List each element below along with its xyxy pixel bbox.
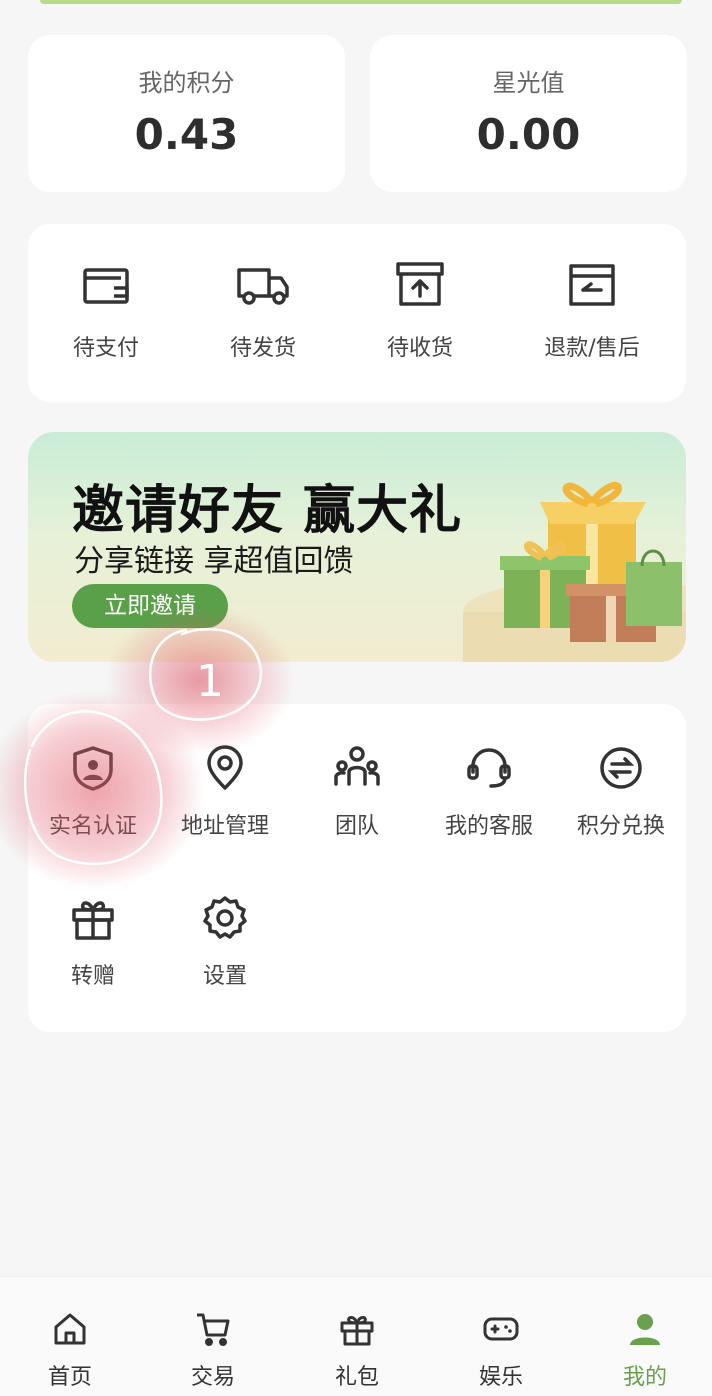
tab-trade[interactable]: 交易 [163,1311,263,1391]
tab-mine[interactable]: 我的 [595,1311,695,1391]
service-address-management[interactable]: 地址管理 [160,744,290,840]
service-label: 设置 [202,964,247,989]
tab-label: 交易 [190,1365,235,1390]
id-shield-icon [73,746,113,791]
service-settings[interactable]: 设置 [160,894,290,990]
points-label: 我的积分 [138,69,235,97]
starlight-value: 0.00 [476,110,581,159]
location-pin-icon [207,745,243,790]
tab-label: 我的 [622,1365,667,1390]
box-icon [396,262,444,306]
points-value: 0.43 [134,110,239,159]
gamepad-icon [483,1317,519,1341]
invite-now-button[interactable]: 立即邀请 [72,584,228,628]
banner-title: 邀请好友 赢大礼 [72,481,463,541]
service-points-exchange[interactable]: 积分兑换 [556,744,686,840]
annotation-mark: 1 [196,656,224,707]
order-label: 待支付 [72,336,139,361]
service-label: 实名认证 [48,814,137,839]
tab-entertainment[interactable]: 娱乐 [451,1311,551,1391]
gift-icon [72,901,114,940]
headset-icon [467,748,511,788]
invite-banner[interactable]: 邀请好友 赢大礼 分享链接 享超值回馈 立即邀请 [28,432,686,662]
service-real-name-verify[interactable]: 实名认证 [28,744,158,840]
exchange-icon [600,747,642,789]
points-card[interactable]: 我的积分 0.43 [28,35,345,192]
cart-icon [197,1313,230,1346]
tab-label: 首页 [47,1365,92,1390]
team-icon [334,746,380,786]
wallet-icon [83,268,129,304]
top-strip [40,0,682,4]
tab-label: 礼包 [334,1365,379,1390]
tab-gift-pack[interactable]: 礼包 [307,1311,407,1391]
service-label: 积分兑换 [576,814,665,839]
refund-icon [569,264,615,306]
user-icon [630,1314,660,1345]
service-label: 我的客服 [444,814,533,839]
service-team[interactable]: 团队 [292,744,422,840]
gear-icon [203,896,247,939]
services-card: 实名认证 地址管理 团队 我的客服 积分兑换 转赠 设置 [28,704,686,1032]
order-label: 待收货 [386,336,453,361]
starlight-card[interactable]: 星光值 0.00 [370,35,687,192]
service-label: 转赠 [70,964,115,989]
order-pending-payment[interactable]: 待支付 [66,260,146,362]
order-pending-shipment[interactable]: 待发货 [223,260,303,362]
order-label: 待发货 [229,336,296,361]
gift-boxes-illustration [463,481,686,662]
order-label: 退款/售后 [544,336,640,361]
service-transfer-gift[interactable]: 转赠 [28,894,158,990]
order-status-card: 待支付 待发货 待收货 退款/售后 [28,224,686,402]
tab-home[interactable]: 首页 [20,1311,120,1391]
service-label: 地址管理 [180,814,269,839]
bottom-tab-bar: 首页 交易 礼包 娱乐 我的 [0,1276,712,1396]
order-pending-receipt[interactable]: 待收货 [380,260,460,362]
starlight-label: 星光值 [492,69,565,97]
home-icon [54,1313,86,1345]
service-customer-support[interactable]: 我的客服 [424,744,554,840]
banner-subtitle: 分享链接 享超值回馈 [74,544,354,579]
tab-label: 娱乐 [478,1365,523,1390]
service-label: 团队 [334,814,379,839]
gift-icon [340,1316,374,1346]
order-refund-aftersale[interactable]: 退款/售后 [540,260,644,362]
truck-icon [237,268,289,305]
